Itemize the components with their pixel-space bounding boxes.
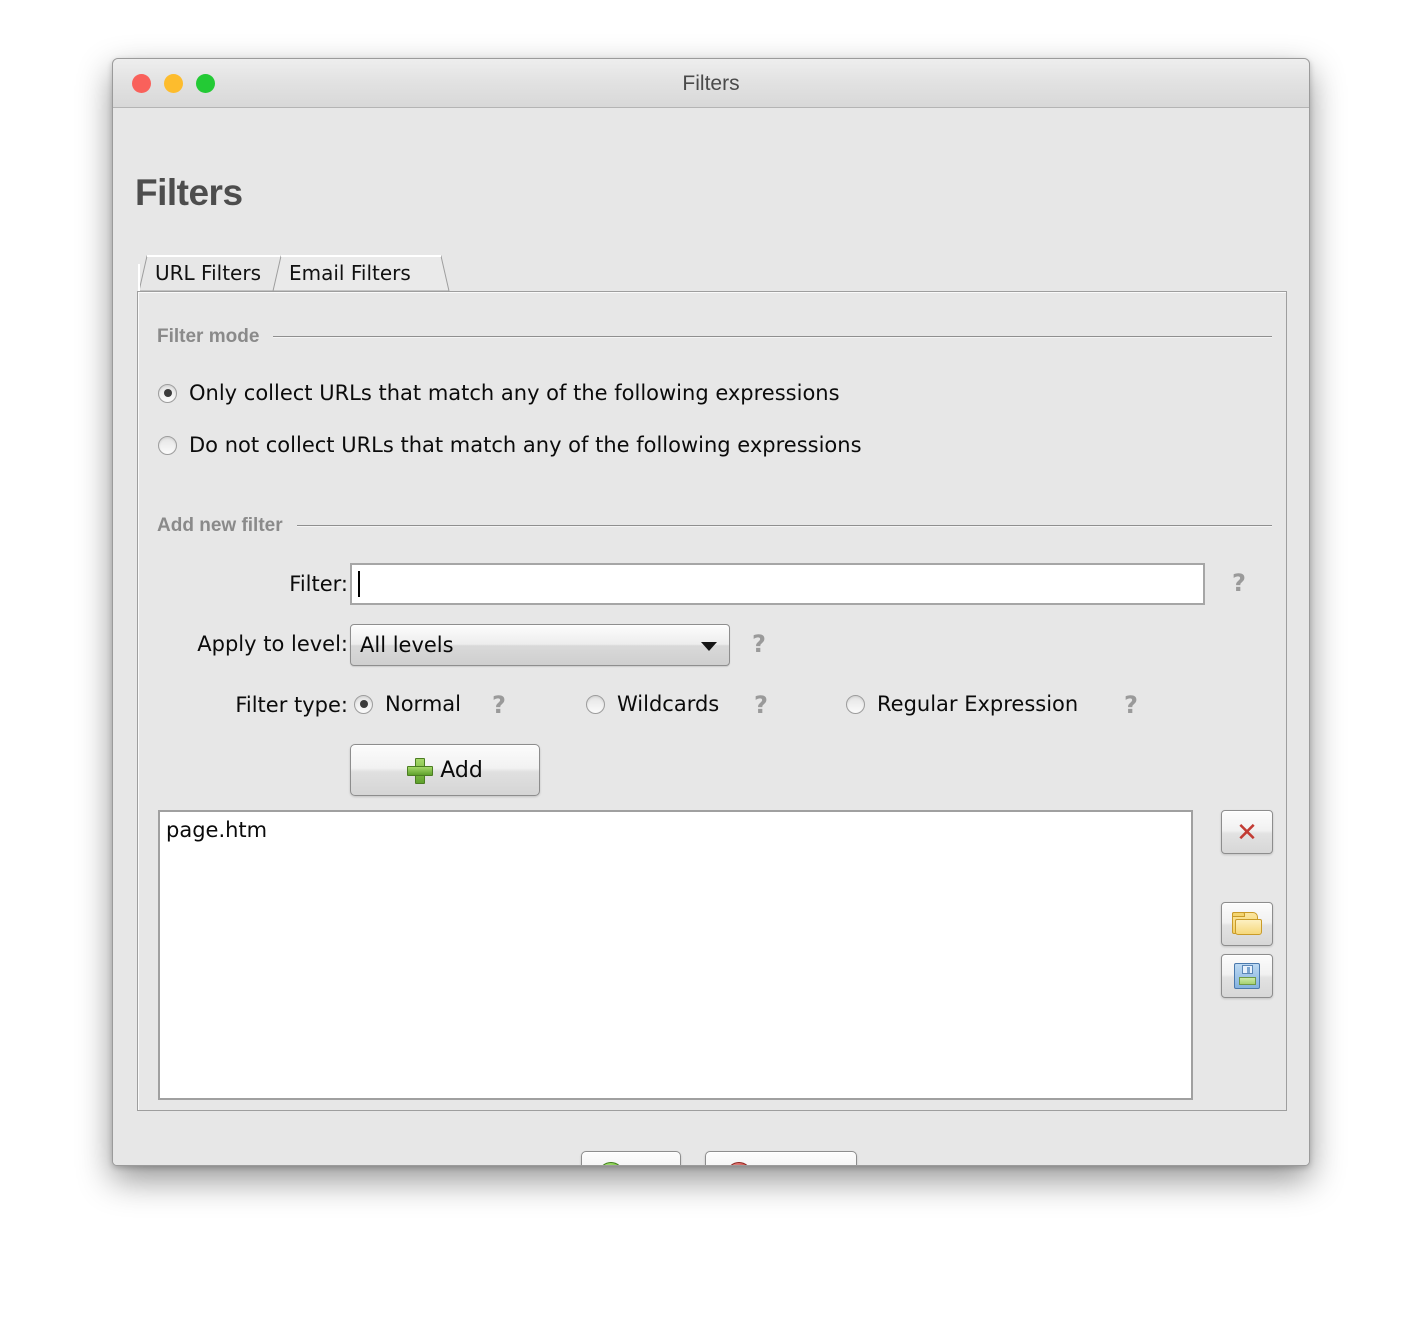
question-mark-icon[interactable]: ? [748,631,770,657]
group-divider [296,525,1272,527]
radio-indicator[interactable] [354,694,373,714]
radio-do-not-collect[interactable]: Do not collect URLs that match any of th… [158,433,862,457]
open-filters-button[interactable] [1221,902,1273,946]
window-body: Filters URL Filters Email Filters Filter… [113,108,1309,1166]
tabstrip: URL Filters Email Filters [137,254,450,292]
question-mark-icon[interactable]: ? [1120,692,1142,718]
page-title: Filters [135,172,243,213]
add-button-label: Add [440,757,483,783]
filter-input[interactable] [350,563,1205,605]
filters-window: Filters Filters URL Filters Email Filter… [112,58,1310,1166]
tab-label: URL Filters [155,261,261,285]
ok-button[interactable]: ✔ OK [581,1151,681,1166]
question-mark-icon[interactable]: ? [1228,570,1250,596]
radio-label: Regular Expression [877,692,1079,716]
question-mark-icon[interactable]: ? [488,692,510,718]
list-item[interactable]: page.htm [160,812,1191,842]
green-plus-icon [407,758,434,784]
radio-regular-expression[interactable]: Regular Expression [846,692,1078,716]
cancel-button-label: Cancel [761,1163,836,1166]
tab-email-filters[interactable]: Email Filters [271,254,450,292]
ok-button-label: OK [633,1163,665,1166]
group-title: Filter mode [157,326,260,347]
radio-label: Do not collect URLs that match any of th… [189,433,862,457]
filter-mode-group-header: Filter mode [157,326,1272,348]
radio-label: Normal [385,692,461,716]
tab-url-filters[interactable]: URL Filters [137,254,296,292]
apply-to-level-label: Apply to level: [197,632,348,656]
filter-field-label: Filter: [289,572,348,596]
filter-list[interactable]: page.htm [158,810,1193,1100]
radio-label: Only collect URLs that match any of the … [189,381,840,405]
delete-filter-button[interactable]: ✕ [1221,810,1273,854]
green-check-circle-icon: ✔ [597,1162,624,1165]
window-titlebar: Filters [113,59,1309,108]
radio-indicator[interactable] [846,694,865,714]
group-title: Add new filter [157,515,283,536]
radio-label: Wildcards [617,692,720,716]
filter-type-label: Filter type: [235,693,348,717]
radio-indicator[interactable] [158,435,177,455]
red-x-icon: ✕ [1236,817,1258,847]
add-button[interactable]: Add [350,744,540,796]
radio-normal[interactable]: Normal [354,692,461,716]
save-filters-button[interactable] [1221,954,1273,998]
add-new-filter-group-header: Add new filter [157,515,1272,537]
radio-indicator[interactable] [586,694,605,714]
apply-to-level-select[interactable]: All levels [350,624,730,666]
question-mark-icon[interactable]: ? [750,692,772,718]
window-title: Filters [682,72,740,95]
url-filters-panel: Filter mode Only collect URLs that match… [137,291,1287,1111]
cancel-button[interactable]: x Cancel [705,1151,857,1166]
radio-wildcards[interactable]: Wildcards [586,692,719,716]
radio-indicator[interactable] [158,383,177,403]
floppy-disk-icon [1234,963,1260,989]
text-caret [358,571,360,597]
group-divider [273,336,1272,338]
tab-label: Email Filters [289,261,411,285]
radio-only-collect[interactable]: Only collect URLs that match any of the … [158,381,840,405]
red-x-circle-icon: x [726,1162,753,1165]
folder-icon [1232,912,1262,936]
chevron-down-icon [701,642,717,651]
apply-to-level-value: All levels [360,633,454,657]
